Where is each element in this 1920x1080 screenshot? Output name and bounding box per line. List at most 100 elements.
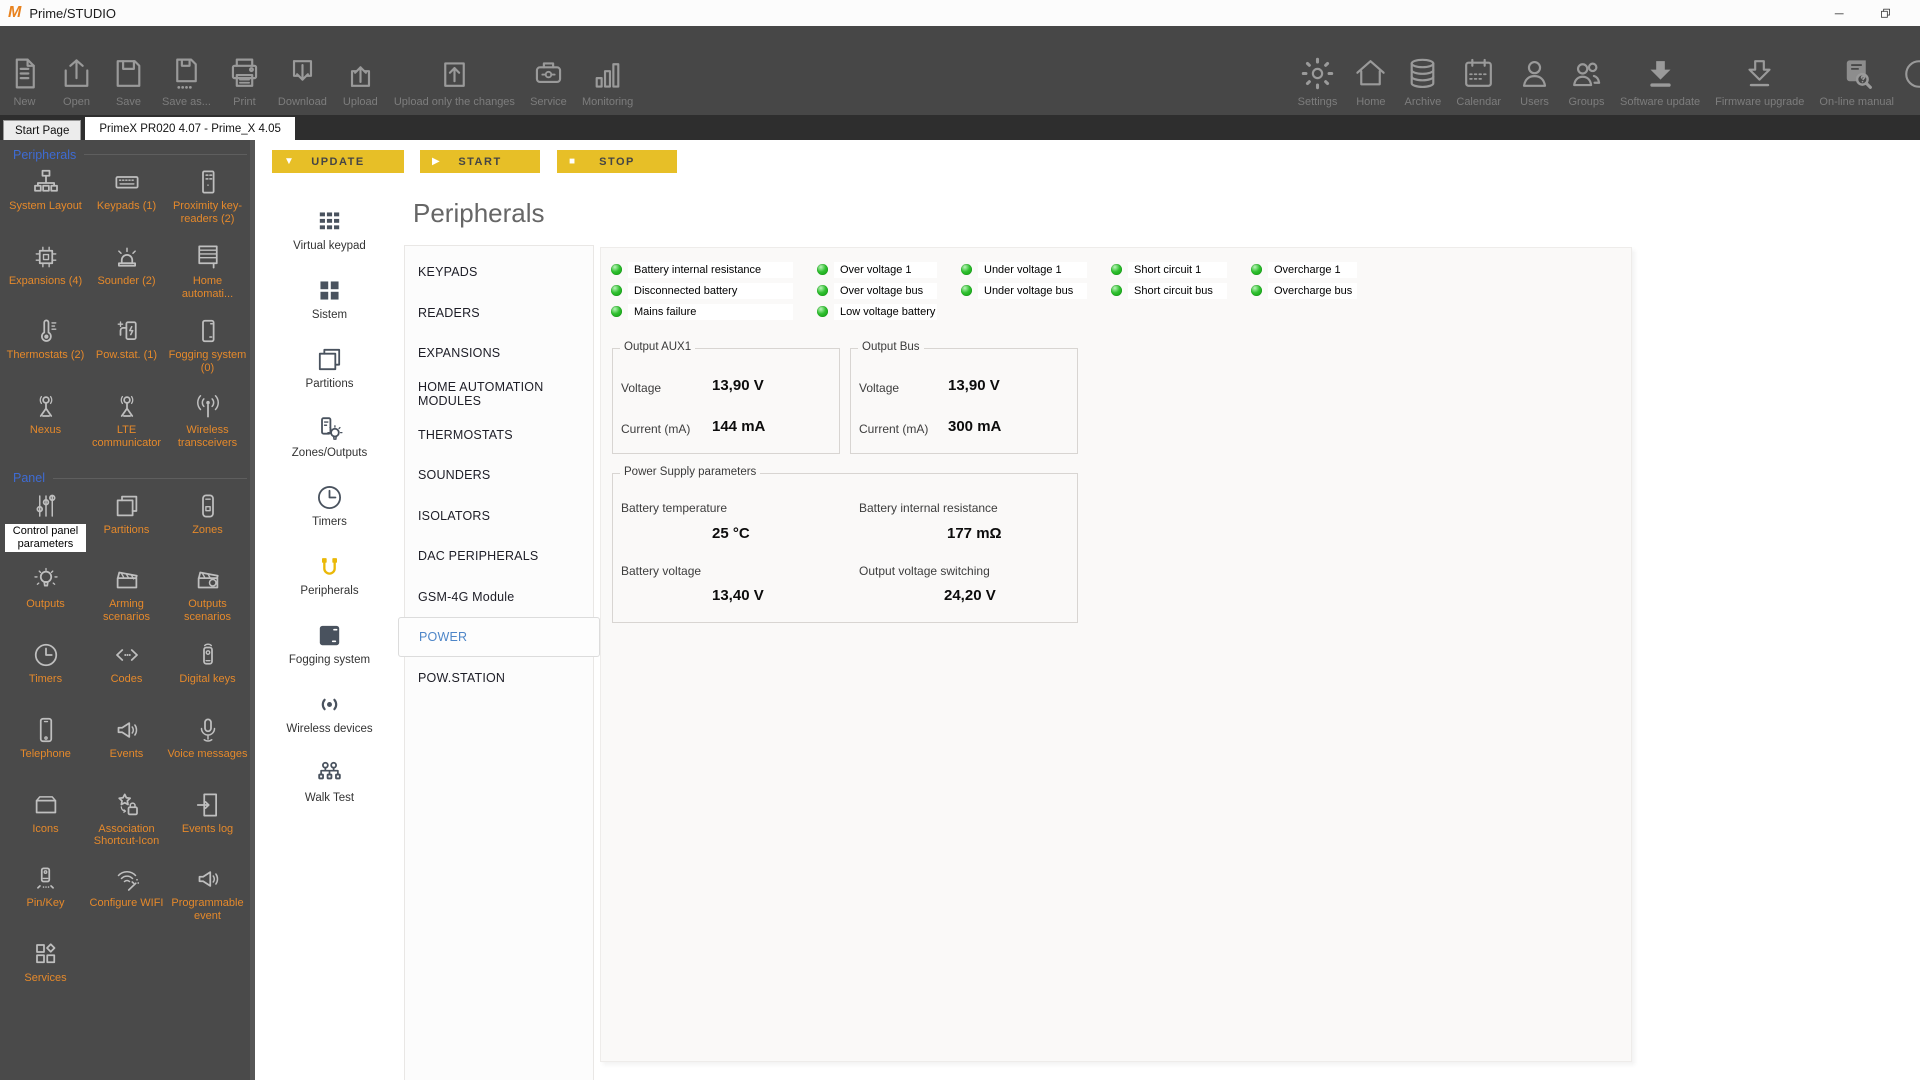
sidebar-item-outputs-scenarios[interactable]: Outputs scenarios — [167, 563, 248, 638]
toolbar-home[interactable]: Home — [1352, 26, 1389, 115]
sidebar-item-lte-communicator[interactable]: LTE communicator — [86, 389, 167, 464]
sidebar-item-association-shortcut-icon[interactable]: Association Shortcut-Icon — [86, 788, 167, 863]
toolbar-on-line-manual[interactable]: On-line manual — [1819, 26, 1894, 115]
toolbar-settings[interactable]: Settings — [1297, 26, 1338, 115]
nav-item-walk-test[interactable]: Walk Test — [255, 756, 404, 804]
toolbar-service[interactable]: Service — [530, 26, 567, 115]
toolbar-upload-only-the-changes[interactable]: Upload only the changes — [394, 26, 515, 115]
toolbar-monitoring[interactable]: Monitoring — [582, 26, 633, 115]
sidebar-item-icons[interactable]: Icons — [5, 788, 86, 863]
sidebar-item-nexus[interactable]: Nexus — [5, 389, 86, 464]
submenu-item-expansions[interactable]: EXPANSIONS — [405, 333, 593, 374]
toolbar-calendar[interactable]: Calendar — [1456, 26, 1501, 115]
toolbar: New Open Save Save as... Print Download Upload… — [0, 26, 1920, 115]
nav-item-virtual-keypad[interactable]: Virtual keypad — [255, 204, 404, 252]
codes-icon — [112, 638, 142, 672]
tab-primex-pr020-4-07-prime-x-4-05[interactable]: PrimeX PR020 4.07 - Prime_X 4.05 — [85, 117, 295, 140]
sidebar-item-outputs[interactable]: Outputs — [5, 563, 86, 638]
green-led-icon — [817, 306, 828, 317]
sidebar-item-sounder-2[interactable]: Sounder (2) — [86, 240, 167, 315]
toolbar-save[interactable]: Save — [110, 26, 147, 115]
nav-item-label: Wireless devices — [286, 723, 373, 735]
submenu-item-sounders[interactable]: SOUNDERS — [405, 455, 593, 496]
update-button[interactable]: ▼ UPDATE — [272, 150, 404, 173]
clock-icon — [314, 480, 345, 514]
toolbar-upload[interactable]: Upload — [342, 26, 379, 115]
sidebar-item-control-panel-parameters[interactable]: Control panel parameters — [5, 489, 86, 564]
nav-item-partitions[interactable]: Partitions — [255, 342, 404, 390]
submenu-item-power[interactable]: POWER — [398, 617, 600, 658]
sidebar-item-telephone[interactable]: Telephone — [5, 713, 86, 788]
sidebar-item-services[interactable]: Services — [5, 937, 86, 1012]
green-led-icon — [1251, 264, 1262, 275]
sidebar-item-programmable-event[interactable]: Programmable event — [167, 862, 248, 937]
toolbar-groups[interactable]: Groups — [1568, 26, 1605, 115]
current-label: Current (mA) — [621, 422, 691, 436]
sidebar-item-timers[interactable]: Timers — [5, 638, 86, 713]
submenu-item-readers[interactable]: READERS — [405, 293, 593, 334]
green-led-icon — [1251, 285, 1262, 296]
toolbar-print[interactable]: Print — [226, 26, 263, 115]
sidebar-item-thermostats-2[interactable]: Thermostats (2) — [5, 314, 86, 389]
indicator-label: Battery internal resistance — [628, 261, 793, 278]
sidebar-item-codes[interactable]: Codes — [86, 638, 167, 713]
nav-item-sistem[interactable]: Sistem — [255, 273, 404, 321]
update-symbol-icon: ▼ — [284, 155, 294, 167]
database-icon — [1404, 54, 1441, 92]
sidebar-item-label: Nexus — [29, 424, 62, 437]
sidebar-item-zones[interactable]: Zones — [167, 489, 248, 564]
nav-item-peripherals[interactable]: Peripherals — [255, 549, 404, 597]
tab-start-page[interactable]: Start Page — [3, 120, 82, 140]
sidebar-item-label: Codes — [110, 673, 143, 686]
sidebar-item-keypads-1[interactable]: Keypads (1) — [86, 165, 167, 240]
toolbar-users[interactable]: Users — [1516, 26, 1553, 115]
current-value: 144 mA — [712, 418, 766, 435]
sidebar-item-expansions-4[interactable]: Expansions (4) — [5, 240, 86, 315]
submenu-item-isolators[interactable]: ISOLATORS — [405, 496, 593, 537]
toolbar-archive[interactable]: Archive — [1404, 26, 1441, 115]
submenu-item-gsm-4g-module[interactable]: GSM-4G Module — [405, 577, 593, 618]
sidebar-item-label: Association Shortcut-Icon — [93, 822, 160, 848]
start-button[interactable]: ▶ START — [420, 150, 540, 173]
submenu-item-home-automation-modules[interactable]: HOME AUTOMATION MODULES — [405, 374, 593, 415]
sidebar-item-proximity-key-readers-2[interactable]: Proximity key-readers (2) — [167, 165, 248, 240]
section-title: Panel — [13, 471, 45, 486]
down-solid-icon — [1642, 54, 1679, 92]
sidebar-item-configure-wifi[interactable]: Configure WIFI — [86, 862, 167, 937]
nav-item-fogging-system[interactable]: Fogging system — [255, 618, 404, 666]
toolbox-icon — [530, 54, 567, 92]
sidebar-item-voice-messages[interactable]: Voice messages — [167, 713, 248, 788]
minimize-button[interactable] — [1822, 0, 1856, 26]
sidebar-item-home-automati[interactable]: Home automati... — [167, 240, 248, 315]
submenu-item-thermostats[interactable]: THERMOSTATS — [405, 414, 593, 455]
submenu-item-keypads[interactable]: KEYPADS — [405, 252, 593, 293]
sidebar-item-arming-scenarios[interactable]: Arming scenarios — [86, 563, 167, 638]
toolbar-software-update[interactable]: Software update — [1620, 26, 1700, 115]
toolbar-firmware-upgrade[interactable]: Firmware upgrade — [1715, 26, 1804, 115]
stop-button[interactable]: ■ STOP — [557, 150, 677, 173]
nav-item-wireless-devices[interactable]: Wireless devices — [255, 687, 404, 735]
toolbar-open[interactable]: Open — [58, 26, 95, 115]
sidebar-item-wireless-transceivers[interactable]: Wireless transceivers — [167, 389, 248, 464]
sidebar-item-events-log[interactable]: Events log — [167, 788, 248, 863]
nav-item-zones-outputs[interactable]: Zones/Outputs — [255, 411, 404, 459]
titlebar: M Prime/STUDIO — [0, 0, 1920, 26]
sidebar-item-pow-stat-1[interactable]: Pow.stat. (1) — [86, 314, 167, 389]
sidebar-item-pin-key[interactable]: Pin/Key — [5, 862, 86, 937]
submenu-item-dac-peripherals[interactable]: DAC PERIPHERALS — [405, 536, 593, 577]
sidebar-item-fogging-system-0[interactable]: Fogging system (0) — [167, 314, 248, 389]
sidebar-item-label: Programmable event — [171, 897, 244, 923]
nav-item-timers[interactable]: Timers — [255, 480, 404, 528]
sidebar-item-events[interactable]: Events — [86, 713, 167, 788]
toolbar-new[interactable]: New — [6, 26, 43, 115]
toolbar-download[interactable]: Download — [278, 26, 327, 115]
toolbar-save-as[interactable]: Save as... — [162, 26, 211, 115]
nav-item-label: Walk Test — [304, 792, 355, 804]
sidebar-item-partitions[interactable]: Partitions — [86, 489, 167, 564]
toolbar-item-label: Settings — [1297, 96, 1338, 108]
sidebar-item-system-layout[interactable]: System Layout — [5, 165, 86, 240]
battery-voltage-label: Battery voltage — [621, 564, 702, 578]
restore-button[interactable] — [1868, 0, 1902, 26]
sidebar-item-digital-keys[interactable]: Digital keys — [167, 638, 248, 713]
submenu-item-pow-station[interactable]: POW.STATION — [405, 657, 593, 698]
